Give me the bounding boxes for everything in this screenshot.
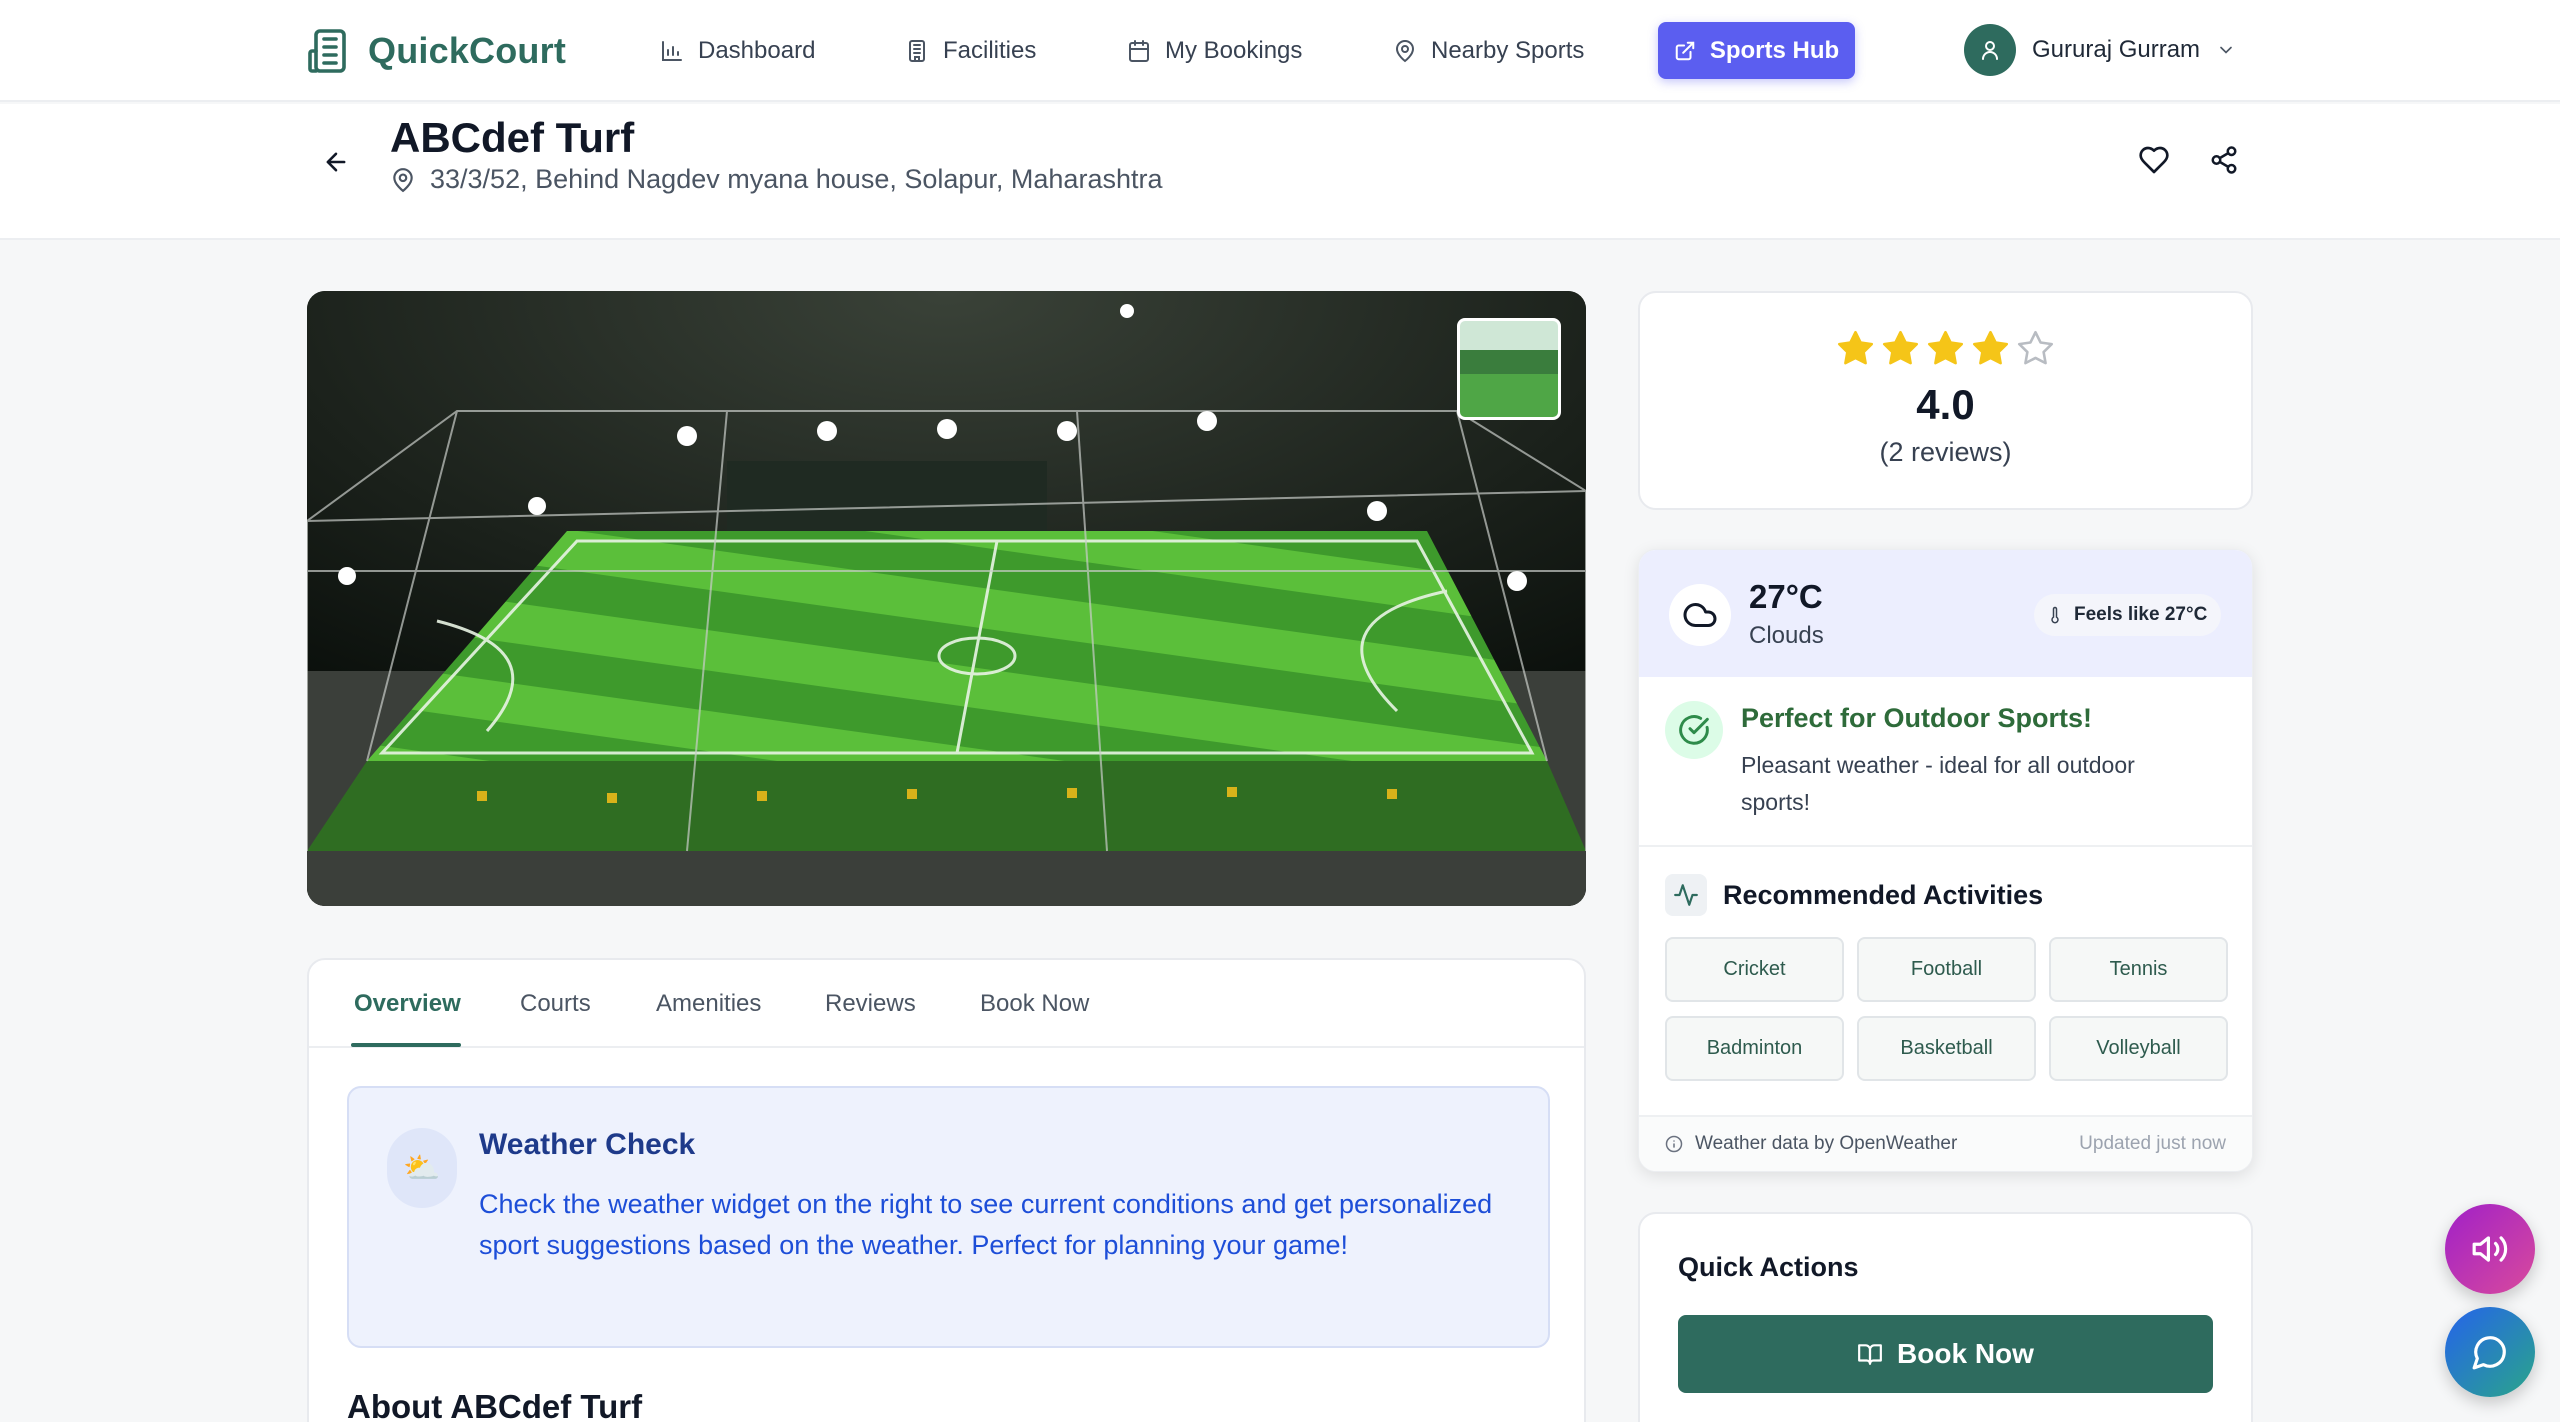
activity-volleyball[interactable]: Volleyball	[2049, 1016, 2228, 1081]
user-menu[interactable]: Gururaj Gurram	[1964, 24, 2236, 76]
external-link-icon	[1675, 41, 1695, 60]
sports-hub-button[interactable]: Sports Hub	[1658, 22, 1855, 79]
activity-badminton[interactable]: Badminton	[1665, 1016, 1844, 1081]
bar-chart-icon	[662, 41, 682, 61]
share-button[interactable]	[2202, 138, 2246, 182]
building-icon	[308, 29, 346, 73]
weather-check-title: Weather Check	[479, 1128, 696, 1161]
activity-tennis[interactable]: Tennis	[2049, 937, 2228, 1002]
recommended-title: Recommended Activities	[1723, 879, 2044, 910]
star-filled-icon	[1927, 330, 1964, 365]
activity-grid: Cricket Football Tennis Badminton Basket…	[1665, 937, 2228, 1081]
temperature: 27°C	[1749, 578, 1823, 615]
weather-source-text: Weather data by OpenWeather	[1695, 1133, 1958, 1154]
feels-like-text: Feels like 27°C	[2074, 604, 2208, 625]
sports-hub-label: Sports Hub	[1709, 36, 1840, 64]
tab-amenities[interactable]: Amenities	[656, 990, 761, 1018]
nav-nearby-sports[interactable]: Nearby Sports	[1393, 30, 1584, 72]
venue-address-text: 33/3/52, Behind Nagdev myana house, Sola…	[430, 164, 1163, 194]
nav-facilities[interactable]: Facilities	[905, 30, 1036, 72]
weather-summary: 27°C Clouds Feels like 27°C	[1639, 550, 2252, 677]
map-pin-icon	[393, 167, 413, 192]
activity-football[interactable]: Football	[1857, 937, 2036, 1002]
info-icon	[1665, 1135, 1683, 1153]
avatar	[1964, 24, 2016, 76]
venue-address: 33/3/52, Behind Nagdev myana house, Sola…	[390, 164, 1162, 195]
recommended-header: Recommended Activities	[1665, 874, 2043, 916]
star-filled-icon	[1882, 330, 1919, 365]
speaker-icon	[2472, 1236, 2508, 1262]
tab-reviews[interactable]: Reviews	[825, 990, 916, 1018]
weather-check-banner: ⛅ Weather Check Check the weather widget…	[347, 1086, 1550, 1348]
audio-assistant-button[interactable]	[2445, 1204, 2535, 1294]
weather-footer: Weather data by OpenWeather Updated just…	[1639, 1115, 2252, 1171]
suitability-text: Pleasant weather - ideal for all outdoor…	[1741, 752, 2135, 815]
nav-my-bookings-label: My Bookings	[1165, 37, 1303, 64]
page-title: ABCdef Turf	[390, 114, 635, 161]
star-filled-icon	[1972, 330, 2009, 365]
top-navigation: QuickCourt Dashboard Facilities My Booki…	[0, 0, 2560, 102]
book-now-label: Book Now	[1897, 1338, 2034, 1369]
user-icon	[1982, 41, 1998, 60]
activity-cricket[interactable]: Cricket	[1665, 937, 1844, 1002]
weather-condition: Clouds	[1749, 622, 1824, 649]
feels-like-badge: Feels like 27°C	[2034, 594, 2222, 636]
rating-value: 4.0	[1916, 381, 1975, 428]
heart-icon	[2139, 146, 2169, 174]
weather-source: Weather data by OpenWeather	[1665, 1133, 1957, 1155]
quick-actions-title: Quick Actions	[1678, 1252, 1859, 1282]
star-filled-icon	[1837, 330, 1874, 365]
suitability-title: Perfect for Outdoor Sports!	[1741, 703, 2093, 733]
weather-updated: Updated just now	[2079, 1133, 2226, 1154]
user-name: Gururaj Gurram	[2032, 36, 2201, 63]
activity-icon	[1665, 874, 1707, 916]
sun-cloud-icon: ⛅	[387, 1128, 457, 1208]
tab-book-now[interactable]: Book Now	[980, 990, 1089, 1018]
venue-photo[interactable]	[307, 291, 1586, 906]
share-icon	[2211, 146, 2237, 174]
nav-dashboard[interactable]: Dashboard	[660, 30, 815, 72]
active-tab-indicator	[351, 1043, 461, 1047]
book-now-button[interactable]: Book Now	[1678, 1315, 2213, 1393]
rating-card: 4.0 (2 reviews)	[1638, 291, 2253, 510]
back-button[interactable]	[314, 140, 358, 184]
tab-courts[interactable]: Courts	[520, 990, 591, 1018]
favorite-button[interactable]	[2132, 138, 2176, 182]
star-rating	[1836, 329, 2055, 368]
review-count: (2 reviews)	[1879, 437, 2012, 467]
check-circle-icon	[1665, 701, 1723, 759]
sports-suitability: Perfect for Outdoor Sports! Pleasant wea…	[1639, 677, 2252, 847]
nav-dashboard-label: Dashboard	[698, 37, 816, 64]
venue-header: ABCdef Turf 33/3/52, Behind Nagdev myana…	[0, 104, 2560, 240]
weather-check-text: Check the weather widget on the right to…	[479, 1189, 1493, 1260]
chevron-down-icon	[2220, 46, 2232, 54]
map-pin-icon	[1395, 40, 1415, 63]
photo-thumbnail[interactable]	[1457, 318, 1561, 420]
weather-widget: 27°C Clouds Feels like 27°C Perfect for …	[1638, 549, 2253, 1172]
building-icon	[909, 40, 925, 62]
thermometer-icon	[2051, 606, 2059, 624]
tab-bar: Overview Courts Amenities Reviews Book N…	[309, 960, 1584, 1048]
brand-logo[interactable]: QuickCourt	[306, 26, 566, 76]
nav-facilities-label: Facilities	[943, 37, 1037, 64]
tab-overview[interactable]: Overview	[354, 990, 461, 1018]
activity-basketball[interactable]: Basketball	[1857, 1016, 2036, 1081]
nav-my-bookings[interactable]: My Bookings	[1127, 30, 1302, 72]
chat-button[interactable]	[2445, 1307, 2535, 1397]
details-card: Overview Courts Amenities Reviews Book N…	[307, 958, 1586, 1422]
book-open-icon	[1858, 1344, 1882, 1365]
chat-icon	[2472, 1336, 2506, 1370]
star-empty-icon	[2017, 330, 2054, 365]
about-heading: About ABCdef Turf	[347, 1388, 643, 1422]
quick-actions-card: Quick Actions Book Now	[1638, 1212, 2253, 1422]
nav-nearby-sports-label: Nearby Sports	[1431, 37, 1585, 64]
turf-illustration	[307, 291, 1586, 906]
cloud-icon	[1669, 584, 1731, 646]
calendar-icon	[1129, 40, 1149, 62]
arrow-left-icon	[326, 152, 346, 172]
brand-name: QuickCourt	[368, 30, 567, 71]
